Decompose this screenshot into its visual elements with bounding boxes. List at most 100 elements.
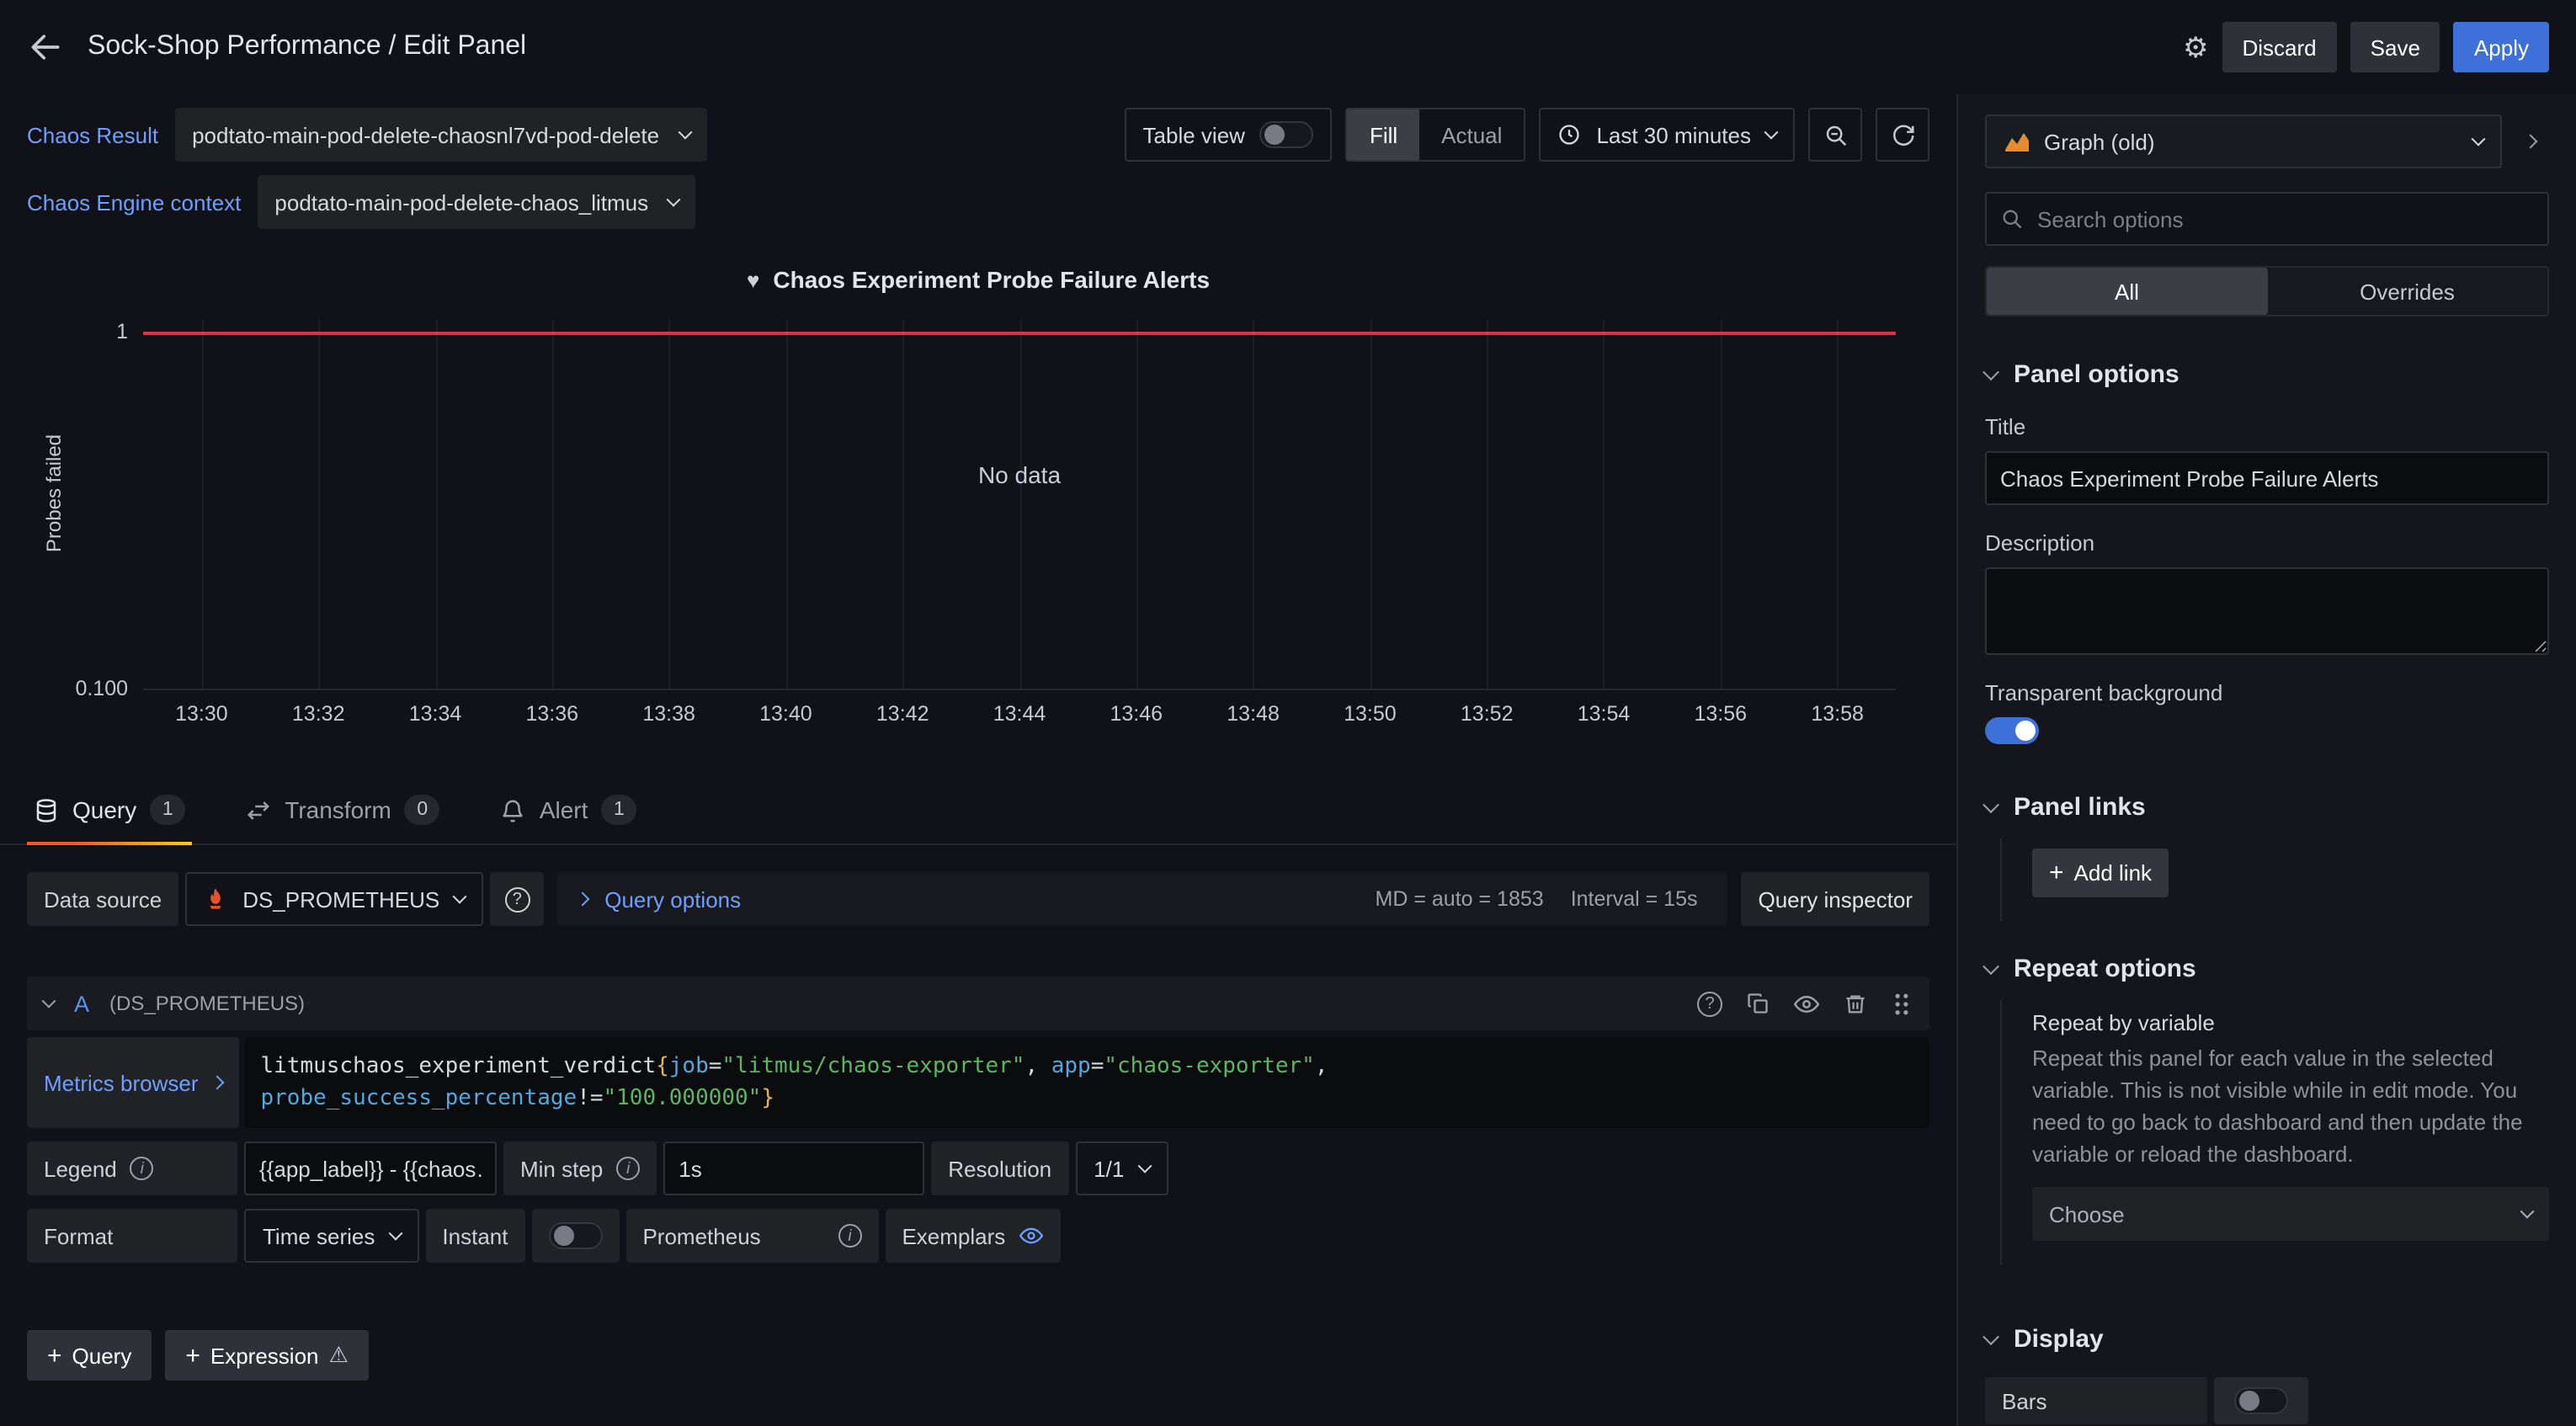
toggle-visibility-eye-icon[interactable]	[1793, 991, 1820, 1016]
switch-knob	[1265, 125, 1285, 145]
graph-plot-area[interactable]: 1 0.100 No data 13:3013:3213:3413:3613:3…	[143, 320, 1896, 690]
instant-switch[interactable]	[548, 1222, 602, 1249]
variable-select-chaos-engine-context[interactable]: podtato-main-pod-delete-chaos_litmus	[258, 175, 695, 229]
zoom-out-button[interactable]	[1808, 108, 1862, 162]
vertical-gridline	[902, 320, 904, 689]
collapse-query-chevron-icon[interactable]	[42, 994, 56, 1008]
plus-icon: +	[185, 1341, 200, 1370]
delete-query-trash-icon[interactable]	[1844, 991, 1867, 1016]
min-step-input[interactable]	[663, 1141, 924, 1195]
variable-select-chaos-result[interactable]: podtato-main-pod-delete-chaosnl7vd-pod-d…	[175, 108, 706, 162]
query-options-row-1: Legend i Min step i Resolution 1/1	[27, 1141, 1929, 1195]
top-actions: ⚙ Discard Save Apply	[2183, 22, 2549, 72]
collapse-options-pane-button[interactable]	[2512, 114, 2549, 168]
section-title: Panel options	[2014, 360, 2179, 389]
interval-info: Interval = 15s	[1571, 887, 1698, 911]
tab-alert[interactable]: Alert 1	[494, 778, 644, 843]
add-expression-button[interactable]: + Expression ⚠	[165, 1330, 368, 1381]
query-editor-section: Data source DS_PROMETHEUS ? Query option…	[0, 845, 1956, 1407]
chevron-down-icon	[667, 193, 681, 207]
promql-query-input[interactable]: litmuschaos_experiment_verdict{job="litm…	[244, 1037, 1930, 1128]
tab-transform[interactable]: Transform 0	[239, 778, 447, 843]
x-axis-tick-label: 13:54	[1578, 702, 1631, 726]
vertical-gridline	[1604, 320, 1605, 689]
database-icon	[34, 797, 59, 822]
back-button[interactable]	[27, 29, 64, 66]
datasource-name: DS_PROMETHEUS	[242, 886, 439, 912]
duplicate-query-icon[interactable]	[1746, 992, 1770, 1015]
question-circle-icon: ?	[504, 886, 530, 912]
info-icon: i	[616, 1157, 640, 1180]
time-range-picker[interactable]: Last 30 minutes	[1539, 108, 1795, 162]
variable-value: podtato-main-pod-delete-chaosnl7vd-pod-d…	[192, 122, 659, 147]
add-link-button[interactable]: + Add link	[2032, 849, 2169, 897]
tab-query[interactable]: Query 1	[27, 778, 192, 843]
chevron-down-icon	[1983, 796, 1999, 813]
plus-icon: +	[47, 1341, 62, 1370]
metrics-browser-button[interactable]: Metrics browser	[27, 1037, 239, 1128]
fill-option[interactable]: Fill	[1348, 109, 1419, 160]
resolution-select[interactable]: 1/1	[1075, 1141, 1168, 1195]
add-query-label: Query	[72, 1343, 132, 1368]
vertical-gridline	[1487, 320, 1488, 689]
format-label-chip: Format	[27, 1209, 237, 1263]
x-axis-tick-label: 13:48	[1227, 702, 1280, 726]
datasource-row: Data source DS_PROMETHEUS ? Query option…	[27, 872, 1929, 926]
vertical-gridline	[669, 320, 671, 689]
bars-label-chip: Bars	[1985, 1378, 2207, 1425]
repeat-options-content: Repeat by variable Repeat this panel for…	[2000, 1000, 2549, 1265]
panel-links-section-header[interactable]: Panel links	[1985, 793, 2549, 822]
x-axis-tick-label: 13:38	[642, 702, 695, 726]
section-title: Panel links	[2014, 793, 2146, 822]
switch-knob	[553, 1226, 573, 1246]
promql-token: }	[761, 1086, 774, 1111]
panel-settings-button[interactable]: ⚙	[2183, 33, 2209, 61]
search-icon	[2000, 207, 2024, 231]
refresh-button[interactable]	[1876, 108, 1929, 162]
chevron-down-icon	[2472, 132, 2486, 146]
exemplars-eye-icon[interactable]	[1019, 1224, 1044, 1248]
drag-handle-grip-icon[interactable]	[1891, 991, 1913, 1016]
panel-description-textarea[interactable]	[1985, 567, 2549, 655]
repeat-variable-select[interactable]: Choose	[2032, 1188, 2549, 1242]
main-content: Chaos Result podtato-main-pod-delete-cha…	[0, 94, 2576, 1426]
query-options-row-2: Format Time series Instant Prometheus i	[27, 1209, 1929, 1263]
options-search-input[interactable]	[2037, 206, 2534, 231]
bars-switch[interactable]	[2234, 1388, 2288, 1415]
resolution-value: 1/1	[1094, 1156, 1124, 1181]
promql-token: ,	[1315, 1054, 1328, 1079]
min-step-label-chip: Min step i	[503, 1141, 657, 1195]
vertical-gridline	[1136, 320, 1138, 689]
datasource-picker[interactable]: DS_PROMETHEUS	[185, 872, 483, 926]
apply-button[interactable]: Apply	[2454, 22, 2549, 72]
legend-input[interactable]	[244, 1141, 497, 1195]
options-tab-overrides[interactable]: Overrides	[2267, 268, 2547, 315]
promql-token: "litmus/chaos-exporter"	[721, 1054, 1025, 1079]
plus-icon: +	[2049, 859, 2064, 887]
query-row-header[interactable]: A (DS_PROMETHEUS) ?	[27, 976, 1929, 1030]
tab-label: Alert	[540, 796, 588, 823]
visualization-picker[interactable]: Graph (old)	[1985, 114, 2502, 168]
query-inspector-button[interactable]: Query inspector	[1741, 872, 1929, 926]
panel-options-section-header[interactable]: Panel options	[1985, 360, 2549, 389]
repeat-by-variable-label: Repeat by variable	[2032, 1010, 2549, 1035]
help-icon[interactable]: ?	[1697, 991, 1722, 1016]
add-query-button[interactable]: + Query	[27, 1330, 152, 1381]
panel-title-input[interactable]	[1985, 451, 2549, 505]
promql-token: probe_success_percentage	[261, 1086, 577, 1111]
discard-button[interactable]: Discard	[2222, 22, 2337, 72]
display-section-header[interactable]: Display	[1985, 1326, 2549, 1354]
datasource-help-button[interactable]: ?	[490, 872, 544, 926]
promql-token: =	[1091, 1054, 1104, 1079]
format-select[interactable]: Time series	[244, 1209, 418, 1263]
save-button[interactable]: Save	[2350, 22, 2440, 72]
transparent-background-switch[interactable]	[1985, 717, 2039, 744]
query-options-toggle[interactable]: Query options	[604, 886, 741, 912]
repeat-options-section-header[interactable]: Repeat options	[1985, 955, 2549, 983]
tab-count-badge: 1	[601, 795, 636, 825]
gear-icon: ⚙	[2183, 33, 2209, 61]
options-tab-all[interactable]: All	[1987, 268, 2267, 315]
vertical-gridline	[1253, 320, 1255, 689]
actual-option[interactable]: Actual	[1419, 109, 1524, 160]
table-view-switch[interactable]	[1260, 121, 1314, 148]
